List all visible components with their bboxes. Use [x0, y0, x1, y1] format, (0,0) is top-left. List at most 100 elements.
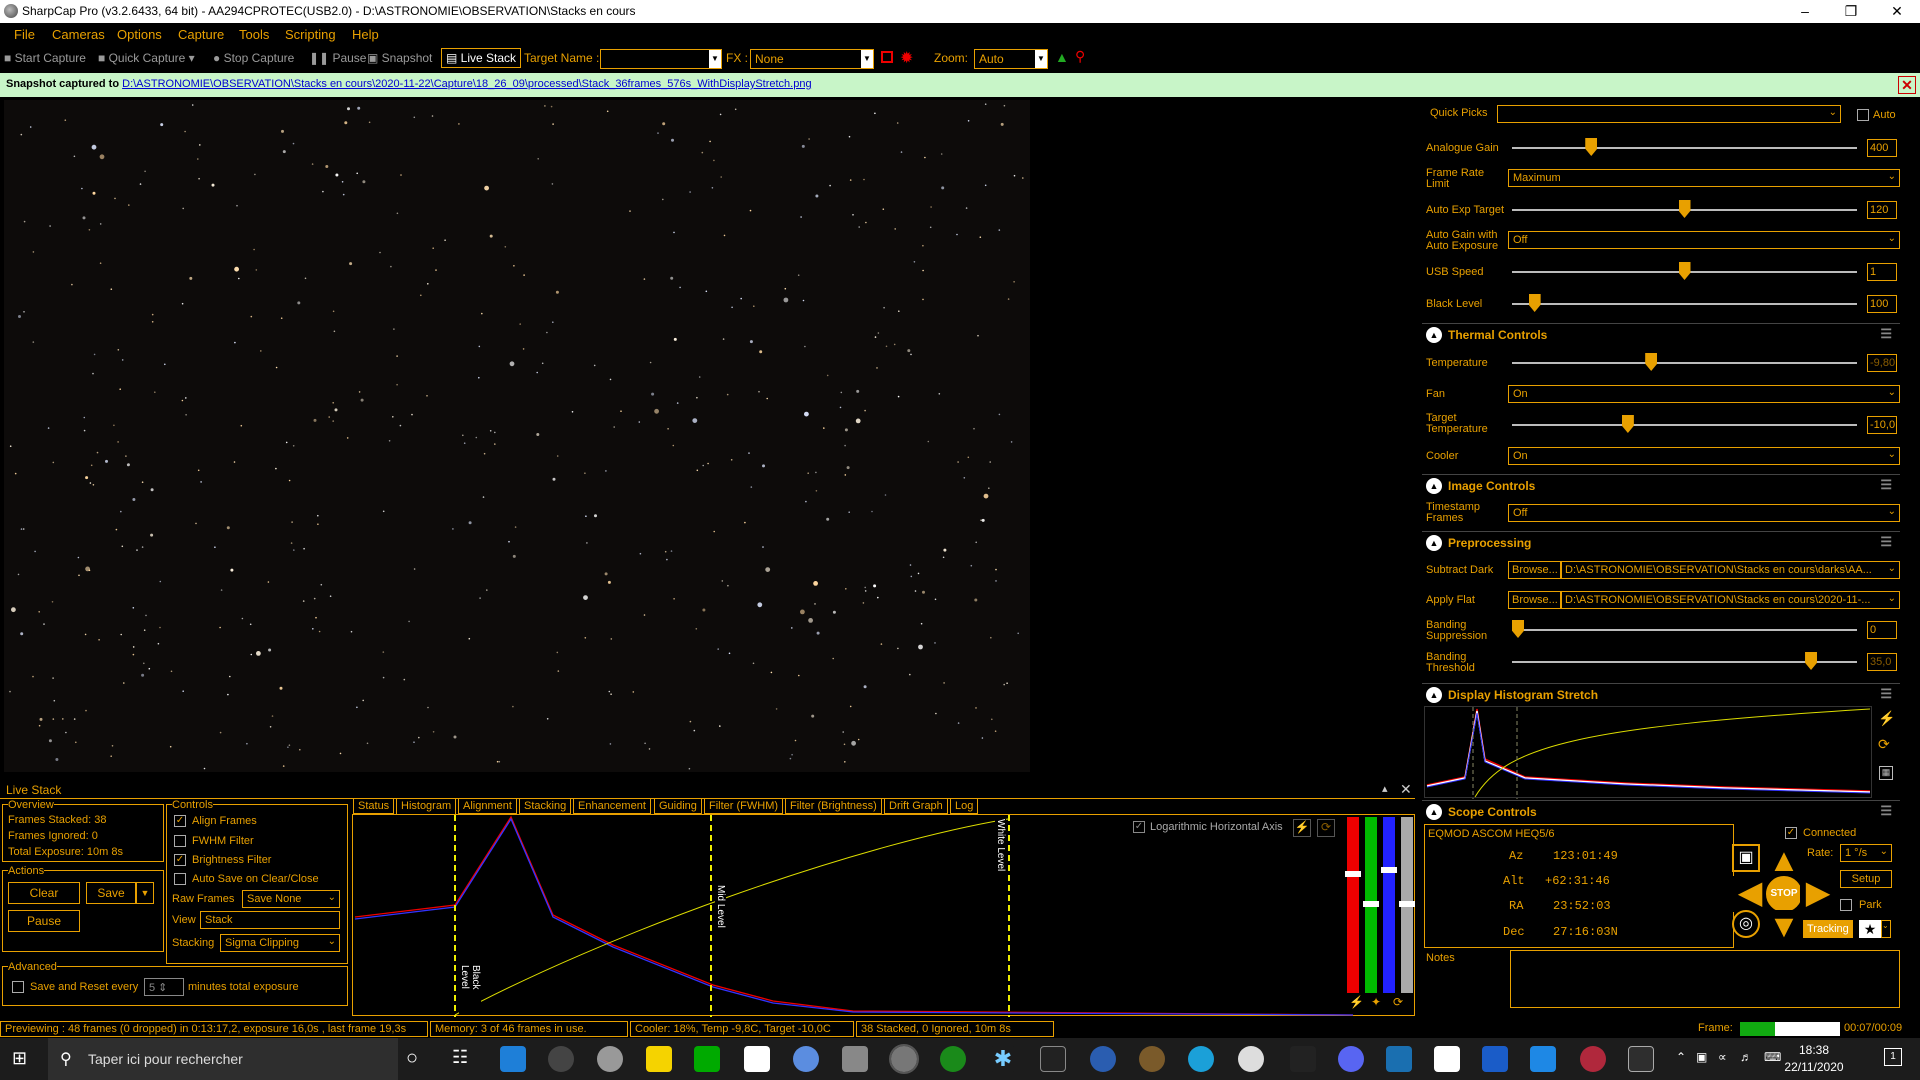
keyboard-icon[interactable]: ⌨: [1764, 1050, 1781, 1064]
usb-speed-value[interactable]: 1: [1867, 263, 1897, 281]
slider-thumb[interactable]: [1805, 652, 1818, 670]
timestamp-dropdown[interactable]: Off ⌄: [1508, 504, 1900, 522]
auto-stretch-icon[interactable]: ⚡: [1293, 819, 1311, 837]
slider-thumb[interactable]: [1399, 901, 1415, 907]
move-west-icon[interactable]: ◀: [1732, 876, 1768, 912]
green-balance-slider[interactable]: [1363, 817, 1379, 993]
volume-icon[interactable]: ♬: [1740, 1050, 1752, 1064]
close-window-button[interactable]: ✕: [1874, 0, 1920, 23]
move-east-icon[interactable]: ▶: [1800, 876, 1836, 912]
notification-center-icon[interactable]: 1: [1884, 1048, 1902, 1066]
collapse-icon[interactable]: ▲: [1426, 804, 1442, 820]
zoom-magnifier-icon[interactable]: ⚲: [1075, 48, 1085, 65]
menu-tools[interactable]: Tools: [239, 27, 269, 42]
app-icon-8[interactable]: [842, 1046, 868, 1072]
collapse-icon[interactable]: ▲: [1426, 478, 1442, 494]
brightness-filter-checkbox[interactable]: ✓: [174, 854, 186, 866]
banding-supp-slider[interactable]: [1512, 620, 1857, 638]
slider-thumb[interactable]: [1512, 620, 1524, 638]
autosave-checkbox[interactable]: [174, 873, 186, 885]
display-histogram-graph[interactable]: [1424, 706, 1872, 799]
app-icon-6[interactable]: [744, 1046, 770, 1072]
star-balance-icon[interactable]: ✦: [1371, 995, 1381, 1009]
taskbar-search-box[interactable]: ⚲ Taper ici pour rechercher: [48, 1038, 398, 1080]
align-frames-checkbox[interactable]: ✓: [174, 815, 186, 827]
black-level-slider[interactable]: [1512, 294, 1857, 312]
reset-icon[interactable]: ⟳: [1878, 736, 1890, 753]
wifi-icon[interactable]: ∝: [1718, 1050, 1727, 1064]
usb-speed-slider[interactable]: [1512, 262, 1857, 280]
save-reset-checkbox[interactable]: [12, 981, 24, 993]
app-icon-14[interactable]: [1139, 1046, 1165, 1072]
tracking-rate-star-icon[interactable]: ★: [1859, 920, 1881, 938]
subtract-dark-dropdown[interactable]: D:\ASTRONOMIE\OBSERVATION\Stacks en cour…: [1560, 561, 1900, 579]
menu-cameras[interactable]: Cameras: [52, 27, 105, 42]
restore-button[interactable]: ❐: [1828, 0, 1874, 23]
image-controls-header[interactable]: ▲ Image Controls ☰: [1422, 474, 1900, 496]
app-icon-19[interactable]: [1386, 1046, 1412, 1072]
app-icon-17[interactable]: [1290, 1046, 1316, 1072]
fan-dropdown[interactable]: On ⌄: [1508, 385, 1900, 403]
app-icon-24[interactable]: [1628, 1046, 1654, 1072]
blue-balance-slider[interactable]: [1381, 817, 1397, 993]
image-preview[interactable]: [4, 100, 1030, 772]
edge-browser-icon[interactable]: [1188, 1046, 1214, 1072]
app-icon-13[interactable]: [1090, 1046, 1116, 1072]
app-icon-11[interactable]: ✱: [990, 1046, 1016, 1072]
setup-button[interactable]: Setup: [1840, 870, 1892, 888]
preprocessing-header[interactable]: ▲ Preprocessing ☰: [1422, 531, 1900, 553]
close-live-stack-icon[interactable]: ✕: [1400, 781, 1412, 798]
apply-flat-dropdown[interactable]: D:\ASTRONOMIE\OBSERVATION\Stacks en cour…: [1560, 591, 1900, 609]
view-dropdown[interactable]: Stack: [200, 911, 340, 929]
app-icon-3[interactable]: [597, 1046, 623, 1072]
fx-combo[interactable]: None ▼: [750, 49, 874, 69]
ts-app-icon[interactable]: [1482, 1046, 1508, 1072]
settings-app-icon[interactable]: [548, 1046, 574, 1072]
stop-capture-button[interactable]: ● Stop Capture: [213, 51, 294, 65]
menu-icon[interactable]: ☰: [1880, 803, 1892, 819]
menu-file[interactable]: File: [14, 27, 35, 42]
color-balance-sliders[interactable]: [1343, 817, 1415, 993]
cancel-reticle-icon[interactable]: ✹: [900, 48, 913, 68]
tab-status[interactable]: Status: [353, 798, 395, 814]
slider-thumb[interactable]: [1585, 138, 1598, 156]
app-icon-7[interactable]: [793, 1046, 819, 1072]
fwhm-filter-checkbox[interactable]: [174, 835, 186, 847]
tab-filter-brightness[interactable]: Filter (Brightness): [785, 798, 882, 814]
collapse-icon[interactable]: ▲: [1426, 687, 1442, 703]
log-axis-checkbox[interactable]: ✓: [1133, 821, 1145, 833]
cooler-dropdown[interactable]: On ⌄: [1508, 447, 1900, 465]
menu-icon[interactable]: ☰: [1880, 686, 1892, 702]
target-temp-slider[interactable]: [1512, 415, 1857, 433]
reset-balance-icon[interactable]: ⟳: [1393, 995, 1403, 1009]
menu-scripting[interactable]: Scripting: [285, 27, 336, 42]
app-icon-16[interactable]: [1238, 1046, 1264, 1072]
subtract-dark-browse-button[interactable]: Browse...: [1508, 561, 1562, 579]
discord-icon[interactable]: [1338, 1046, 1364, 1072]
save-button[interactable]: Save: [86, 882, 136, 904]
raw-frames-dropdown[interactable]: Save None ⌄: [242, 890, 340, 908]
move-north-icon[interactable]: ▲: [1766, 844, 1802, 880]
tracking-button[interactable]: Tracking: [1803, 920, 1853, 938]
slider-thumb[interactable]: [1363, 901, 1379, 907]
slider-thumb[interactable]: [1678, 262, 1691, 280]
histogram-icon[interactable]: ▲: [1055, 49, 1069, 65]
stop-button[interactable]: STOP: [1766, 876, 1802, 912]
tab-guiding[interactable]: Guiding: [654, 798, 702, 814]
save-options-chevron-icon[interactable]: ▼: [136, 882, 154, 904]
app-icon-12[interactable]: [1040, 1046, 1066, 1072]
tray-chevron-icon[interactable]: ⌃: [1676, 1050, 1686, 1064]
menu-help[interactable]: Help: [352, 27, 379, 42]
tab-histogram[interactable]: Histogram: [396, 798, 457, 814]
app-icon-5[interactable]: [694, 1046, 720, 1072]
display-histogram-header[interactable]: ▲ Display Histogram Stretch ☰: [1422, 683, 1900, 705]
chevron-down-icon[interactable]: ⌄: [1881, 920, 1891, 938]
connected-checkbox[interactable]: ✓: [1785, 827, 1797, 839]
minimize-button[interactable]: –: [1782, 0, 1828, 23]
live-stack-button[interactable]: ▤ Live Stack: [441, 48, 522, 68]
sharpcap-taskbar-icon[interactable]: [889, 1044, 919, 1074]
windows-start-icon[interactable]: ⊞: [12, 1048, 27, 1069]
tab-alignment[interactable]: Alignment: [458, 798, 517, 814]
cortana-icon[interactable]: ○: [406, 1047, 418, 1070]
banding-supp-value[interactable]: 0: [1867, 621, 1897, 639]
